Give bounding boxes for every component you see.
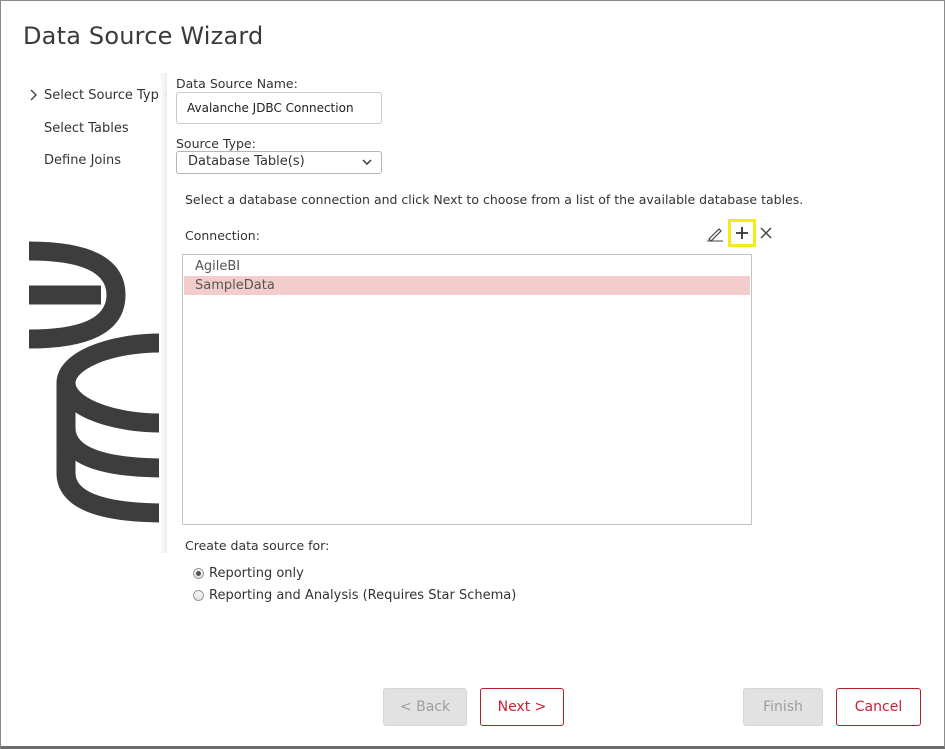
radio-reporting-only[interactable] xyxy=(193,568,204,579)
source-type-label: Source Type: xyxy=(176,136,256,151)
finish-button[interactable]: Finish xyxy=(743,688,823,726)
chevron-down-icon xyxy=(362,159,372,165)
panel-divider xyxy=(159,73,167,553)
connection-list[interactable]: AgileBI SampleData xyxy=(182,254,752,525)
data-source-name-input[interactable] xyxy=(176,92,382,124)
option-reporting-analysis-label: Reporting and Analysis (Requires Star Sc… xyxy=(209,588,517,603)
edit-connection-button[interactable] xyxy=(705,224,725,244)
dialog-title: Data Source Wizard xyxy=(23,22,264,50)
add-connection-button[interactable] xyxy=(728,219,756,247)
source-type-select[interactable]: Database Table(s) xyxy=(176,151,382,174)
list-item-sampledata[interactable]: SampleData xyxy=(184,276,750,295)
data-source-name-label: Data Source Name: xyxy=(176,76,298,91)
delete-connection-button[interactable] xyxy=(756,223,776,243)
data-source-wizard-dialog: Data Source Wizard Select Source Type Se… xyxy=(0,0,945,749)
option-reporting-only-label: Reporting only xyxy=(209,566,304,581)
plus-icon xyxy=(736,227,748,239)
source-type-value: Database Table(s) xyxy=(188,154,305,169)
next-button[interactable]: Next > xyxy=(480,688,564,726)
database-graphic xyxy=(1,73,166,553)
option-reporting-analysis[interactable]: Reporting and Analysis (Requires Star Sc… xyxy=(193,588,516,603)
database-stack-icon xyxy=(1,73,166,553)
radio-reporting-analysis[interactable] xyxy=(193,590,204,601)
create-for-label: Create data source for: xyxy=(185,538,330,553)
list-item-agilebi[interactable]: AgileBI xyxy=(184,257,750,276)
connection-label: Connection: xyxy=(185,228,260,243)
close-icon xyxy=(760,227,772,239)
pencil-icon xyxy=(707,228,723,242)
cancel-button[interactable]: Cancel xyxy=(836,688,921,726)
instructions-text: Select a database connection and click N… xyxy=(185,192,804,207)
option-reporting-only[interactable]: Reporting only xyxy=(193,566,304,581)
back-button[interactable]: < Back xyxy=(383,688,467,726)
